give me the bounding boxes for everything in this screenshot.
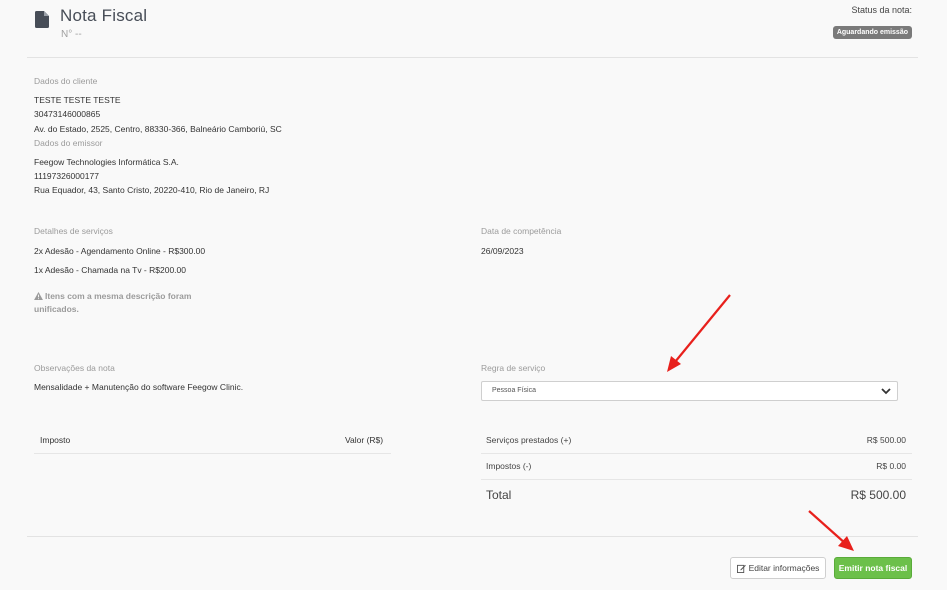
annotation-arrow-icon <box>808 510 854 551</box>
status-label: Status da nota: <box>851 5 912 15</box>
warning-text: Itens com a mesma descrição foram unific… <box>34 291 192 314</box>
client-doc: 30473146000865 <box>34 109 101 119</box>
tax-value-column-header: Valor (R$) <box>345 435 384 445</box>
service-rule-label: Regra de serviço <box>481 363 546 373</box>
annotation-arrow-icon <box>667 294 731 372</box>
status-badge: Aguardando emissão <box>832 26 912 39</box>
service-item: 1x Adesão - Chamada na Tv - R$200.00 <box>34 265 186 275</box>
issuer-doc: 11197326000177 <box>34 171 99 181</box>
edit-icon <box>736 564 746 573</box>
service-rule-select[interactable]: Pessoa Física <box>481 381 898 401</box>
summary-divider <box>481 453 912 454</box>
notes-text: Mensalidade + Manutenção do software Fee… <box>34 382 244 392</box>
services-total-label: Serviços prestados (+) <box>486 435 572 445</box>
service-item: 2x Adesão - Agendamento Online - R$300.0… <box>34 246 206 256</box>
emit-invoice-button[interactable]: Emitir nota fiscal <box>834 557 912 579</box>
service-rule-value: Pessoa Física <box>492 387 536 394</box>
issuer-label: Dados do emissor <box>34 138 103 148</box>
services-total-value: R$ 500.00 <box>866 435 906 445</box>
warning-icon <box>34 292 43 300</box>
taxes-value: R$ 0.00 <box>876 461 906 471</box>
footer-divider <box>27 536 918 537</box>
taxes-label: Impostos (-) <box>486 461 532 471</box>
document-icon <box>35 11 49 28</box>
summary-divider <box>481 479 912 480</box>
chevron-down-icon <box>881 388 891 395</box>
unified-items-warning: Itens com a mesma descrição foram unific… <box>34 290 209 316</box>
edit-info-button[interactable]: Editar informações <box>730 557 826 579</box>
competence-label: Data de competência <box>481 226 562 236</box>
client-address: Av. do Estado, 2525, Centro, 88330-366, … <box>34 124 282 134</box>
total-label: Total <box>486 488 512 502</box>
tax-table-divider <box>34 453 391 454</box>
notes-label: Observações da nota <box>34 363 115 373</box>
total-value: R$ 500.00 <box>850 488 906 502</box>
page-title: Nota Fiscal <box>60 6 148 25</box>
client-label: Dados do cliente <box>34 76 98 86</box>
issuer-name: Feegow Technologies Informática S.A. <box>34 157 179 167</box>
tax-column-header: Imposto <box>40 435 71 445</box>
competence-date: 26/09/2023 <box>481 246 524 256</box>
invoice-number: N° -- <box>61 29 82 40</box>
header-divider <box>27 57 918 58</box>
edit-info-label: Editar informações <box>748 563 820 573</box>
services-label: Detalhes de serviços <box>34 226 113 236</box>
client-name: TESTE TESTE TESTE <box>34 95 121 105</box>
emit-invoice-label: Emitir nota fiscal <box>838 563 908 573</box>
issuer-address: Rua Equador, 43, Santo Cristo, 20220-410… <box>34 185 270 195</box>
